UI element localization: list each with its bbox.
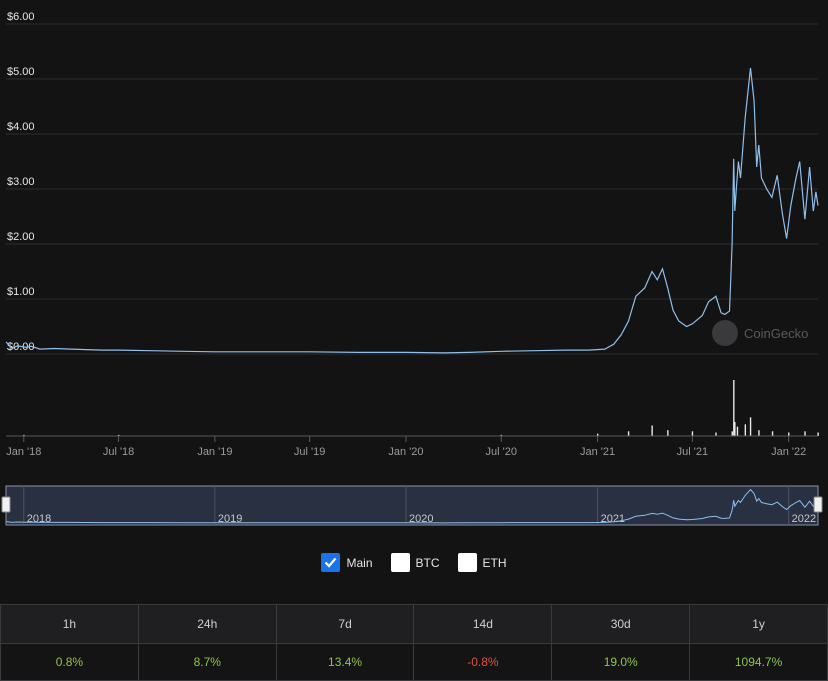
period-header-1h: 1h xyxy=(0,604,139,644)
y-tick-label: $6.00 xyxy=(7,11,35,23)
toggle-btc[interactable]: BTC xyxy=(390,553,440,572)
volume-bar xyxy=(734,422,736,436)
period-header-24h: 24h xyxy=(137,604,277,644)
volume-bar xyxy=(736,426,739,436)
toggle-main[interactable]: Main xyxy=(321,553,373,572)
period-header-30d: 30d xyxy=(551,604,691,644)
change-value-1y: 1094.7% xyxy=(689,643,828,681)
volume-bar xyxy=(749,417,752,436)
performance-table: 1h 24h 7d 14d 30d 1y 0.8% 8.7% 13.4% -0.… xyxy=(0,604,828,681)
price-chart[interactable]: $0.00 $1.00 $2.00 $3.00 $4.00 $5.00 $6.00 CoinG… xyxy=(0,0,828,540)
x-tick-label: Jan '19 xyxy=(197,446,232,458)
price-chart-svg[interactable]: $0.00$1.00$2.00$3.00$4.00$5.00$6.00CoinG… xyxy=(0,0,828,540)
change-value-7d: 13.4% xyxy=(275,643,415,681)
volume-bar xyxy=(744,424,747,436)
checkmark-icon xyxy=(325,557,337,568)
toggle-btc-label: BTC xyxy=(415,555,440,570)
y-tick-label: $5.00 xyxy=(7,66,35,78)
x-tick-label: Jan '20 xyxy=(388,446,423,458)
change-value-30d: 19.0% xyxy=(551,643,691,681)
price-series-line xyxy=(5,67,819,354)
toggle-main-label: Main xyxy=(346,555,373,570)
eth-checkbox[interactable] xyxy=(457,553,477,572)
toggle-eth-label: ETH xyxy=(482,555,507,570)
y-tick-label: $1.00 xyxy=(7,286,35,298)
volume-bar xyxy=(715,432,717,436)
navigator-year-label: 2022 xyxy=(792,513,816,525)
y-tick-label: $4.00 xyxy=(7,121,35,133)
x-tick-label: Jan '18 xyxy=(6,446,41,458)
volume-bar xyxy=(758,430,760,436)
x-tick-label: Jul '20 xyxy=(486,446,517,458)
volume-bar xyxy=(691,431,694,436)
y-tick-label: $2.00 xyxy=(7,231,35,243)
volume-bar xyxy=(817,432,819,436)
period-header-14d: 14d xyxy=(413,604,553,644)
btc-checkbox[interactable] xyxy=(390,553,410,572)
navigator-year-label: 2018 xyxy=(27,513,51,525)
main-checkbox[interactable] xyxy=(321,553,341,572)
volume-bar xyxy=(667,430,669,436)
change-value-24h: 8.7% xyxy=(137,643,277,681)
coingecko-logo-icon xyxy=(712,320,738,346)
performance-value-row: 0.8% 8.7% 13.4% -0.8% 19.0% 1094.7% xyxy=(0,643,828,681)
volume-bar xyxy=(731,431,733,436)
volume-bar xyxy=(804,431,806,436)
watermark-text: CoinGecko xyxy=(744,326,808,341)
volume-bar xyxy=(627,431,630,436)
navigator-handle[interactable] xyxy=(1,496,11,513)
x-tick-label: Jan '21 xyxy=(580,446,615,458)
series-toggle-group: Main BTC ETH xyxy=(0,553,828,572)
volume-bar xyxy=(788,432,790,436)
period-header-1y: 1y xyxy=(689,604,828,644)
change-value-14d: -0.8% xyxy=(413,643,553,681)
change-value-1h: 0.8% xyxy=(0,643,139,681)
period-header-7d: 7d xyxy=(275,604,415,644)
navigator-year-label: 2021 xyxy=(601,513,625,525)
y-tick-label: $3.00 xyxy=(7,176,35,188)
performance-header-row: 1h 24h 7d 14d 30d 1y xyxy=(0,604,828,644)
toggle-eth[interactable]: ETH xyxy=(457,553,507,572)
volume-bar xyxy=(771,431,774,436)
volume-bar xyxy=(651,425,653,436)
x-tick-label: Jul '21 xyxy=(677,446,708,458)
x-tick-label: Jul '18 xyxy=(103,446,134,458)
navigator-handle[interactable] xyxy=(813,496,823,513)
x-tick-label: Jan '22 xyxy=(771,446,806,458)
x-tick-label: Jul '19 xyxy=(294,446,325,458)
